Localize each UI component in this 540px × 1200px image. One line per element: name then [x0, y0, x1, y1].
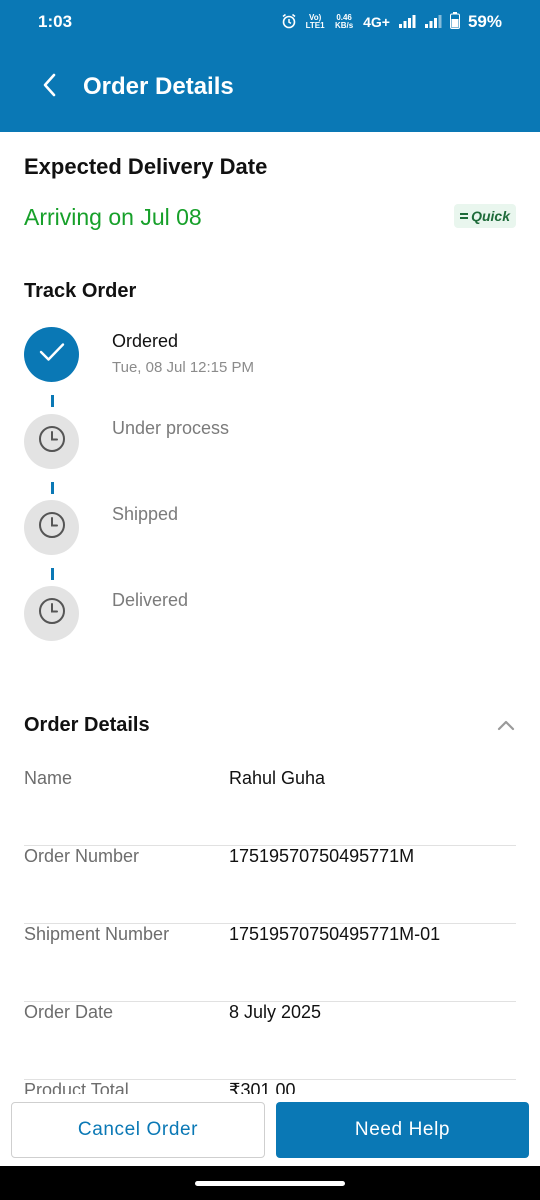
- step-label: Shipped: [112, 504, 179, 524]
- status-icons: Vo) LTE1 0.46 KB/s 4G+ 59%: [281, 12, 502, 32]
- detail-row-shipment-number: Shipment Number 17519570750495771M-01: [24, 924, 516, 1002]
- step-connector: [51, 482, 54, 494]
- track-step-delivered: Delivered: [24, 586, 504, 642]
- back-button[interactable]: [34, 72, 64, 102]
- system-nav-bar: [0, 1166, 540, 1200]
- status-time: 1:03: [38, 12, 73, 31]
- battery-icon: [449, 12, 460, 32]
- track-step-ordered: Ordered Tue, 08 Jul 12:15 PM: [24, 327, 504, 383]
- detail-row-order-number: Order Number 17519570750495771M: [24, 846, 516, 924]
- detail-value: 17519570750495771M-01: [229, 924, 441, 944]
- page-title: Order Details: [83, 73, 234, 100]
- detail-label: Name: [24, 768, 73, 788]
- track-order-title: Track Order: [24, 280, 137, 302]
- detail-value: Rahul Guha: [229, 768, 326, 788]
- app-header: 1:03 Vo) LTE1 0.46 KB/s 4G+ 59% Order De…: [0, 0, 540, 132]
- alarm-icon: [281, 13, 297, 32]
- volte-indicator: Vo) LTE1: [305, 13, 325, 30]
- step-label: Under process: [112, 418, 230, 438]
- battery-percent: 59%: [467, 12, 502, 31]
- order-details-title: Order Details: [24, 714, 150, 736]
- step-pending-circle: [24, 414, 79, 469]
- header-row: Order Details: [0, 66, 540, 110]
- check-icon: [39, 342, 65, 367]
- home-indicator[interactable]: [195, 1181, 345, 1186]
- step-timestamp: Tue, 08 Jul 12:15 PM: [112, 359, 255, 376]
- detail-row-order-date: Order Date 8 July 2025: [24, 1002, 516, 1080]
- step-done-circle: [24, 327, 79, 382]
- track-step-under-process: Under process: [24, 414, 504, 470]
- detail-value: 17519570750495771M: [229, 846, 415, 866]
- detail-label: Order Number: [24, 846, 140, 866]
- detail-row-name: Name Rahul Guha: [24, 768, 516, 846]
- step-connector: [51, 568, 54, 580]
- step-label: Ordered: [112, 331, 179, 351]
- quick-badge-label: Quick: [471, 208, 510, 224]
- signal-icon: [398, 14, 416, 31]
- quick-logo-icon: [460, 213, 469, 219]
- chevron-up-icon: [494, 720, 518, 742]
- network-speed: 0.46 KB/s: [334, 13, 354, 30]
- detail-label: Shipment Number: [24, 924, 170, 944]
- status-bar: 1:03 Vo) LTE1 0.46 KB/s 4G+ 59%: [0, 0, 540, 44]
- order-content[interactable]: Expected Delivery Date Arriving on Jul 0…: [0, 132, 540, 1100]
- need-help-button[interactable]: Need Help: [276, 1102, 529, 1158]
- step-pending-circle: [24, 500, 79, 555]
- clock-icon: [38, 511, 66, 544]
- detail-label: Order Date: [24, 1002, 114, 1022]
- signal-icon-2: [424, 14, 442, 31]
- detail-value: 8 July 2025: [229, 1002, 322, 1022]
- quick-delivery-badge: Quick: [454, 204, 516, 228]
- cancel-order-button[interactable]: Cancel Order: [11, 1102, 265, 1158]
- network-type: 4G+: [363, 14, 390, 30]
- clock-icon: [38, 597, 66, 630]
- arriving-date: Arriving on Jul 08: [24, 204, 202, 230]
- bottom-action-bar: Cancel Order Need Help: [0, 1094, 540, 1166]
- step-label: Delivered: [112, 590, 189, 610]
- clock-icon: [38, 425, 66, 458]
- back-arrow-icon: [41, 73, 57, 102]
- step-connector: [51, 395, 54, 407]
- step-pending-circle: [24, 586, 79, 641]
- collapse-order-details-button[interactable]: [494, 714, 518, 738]
- expected-delivery-title: Expected Delivery Date: [24, 154, 268, 179]
- track-step-shipped: Shipped: [24, 500, 504, 556]
